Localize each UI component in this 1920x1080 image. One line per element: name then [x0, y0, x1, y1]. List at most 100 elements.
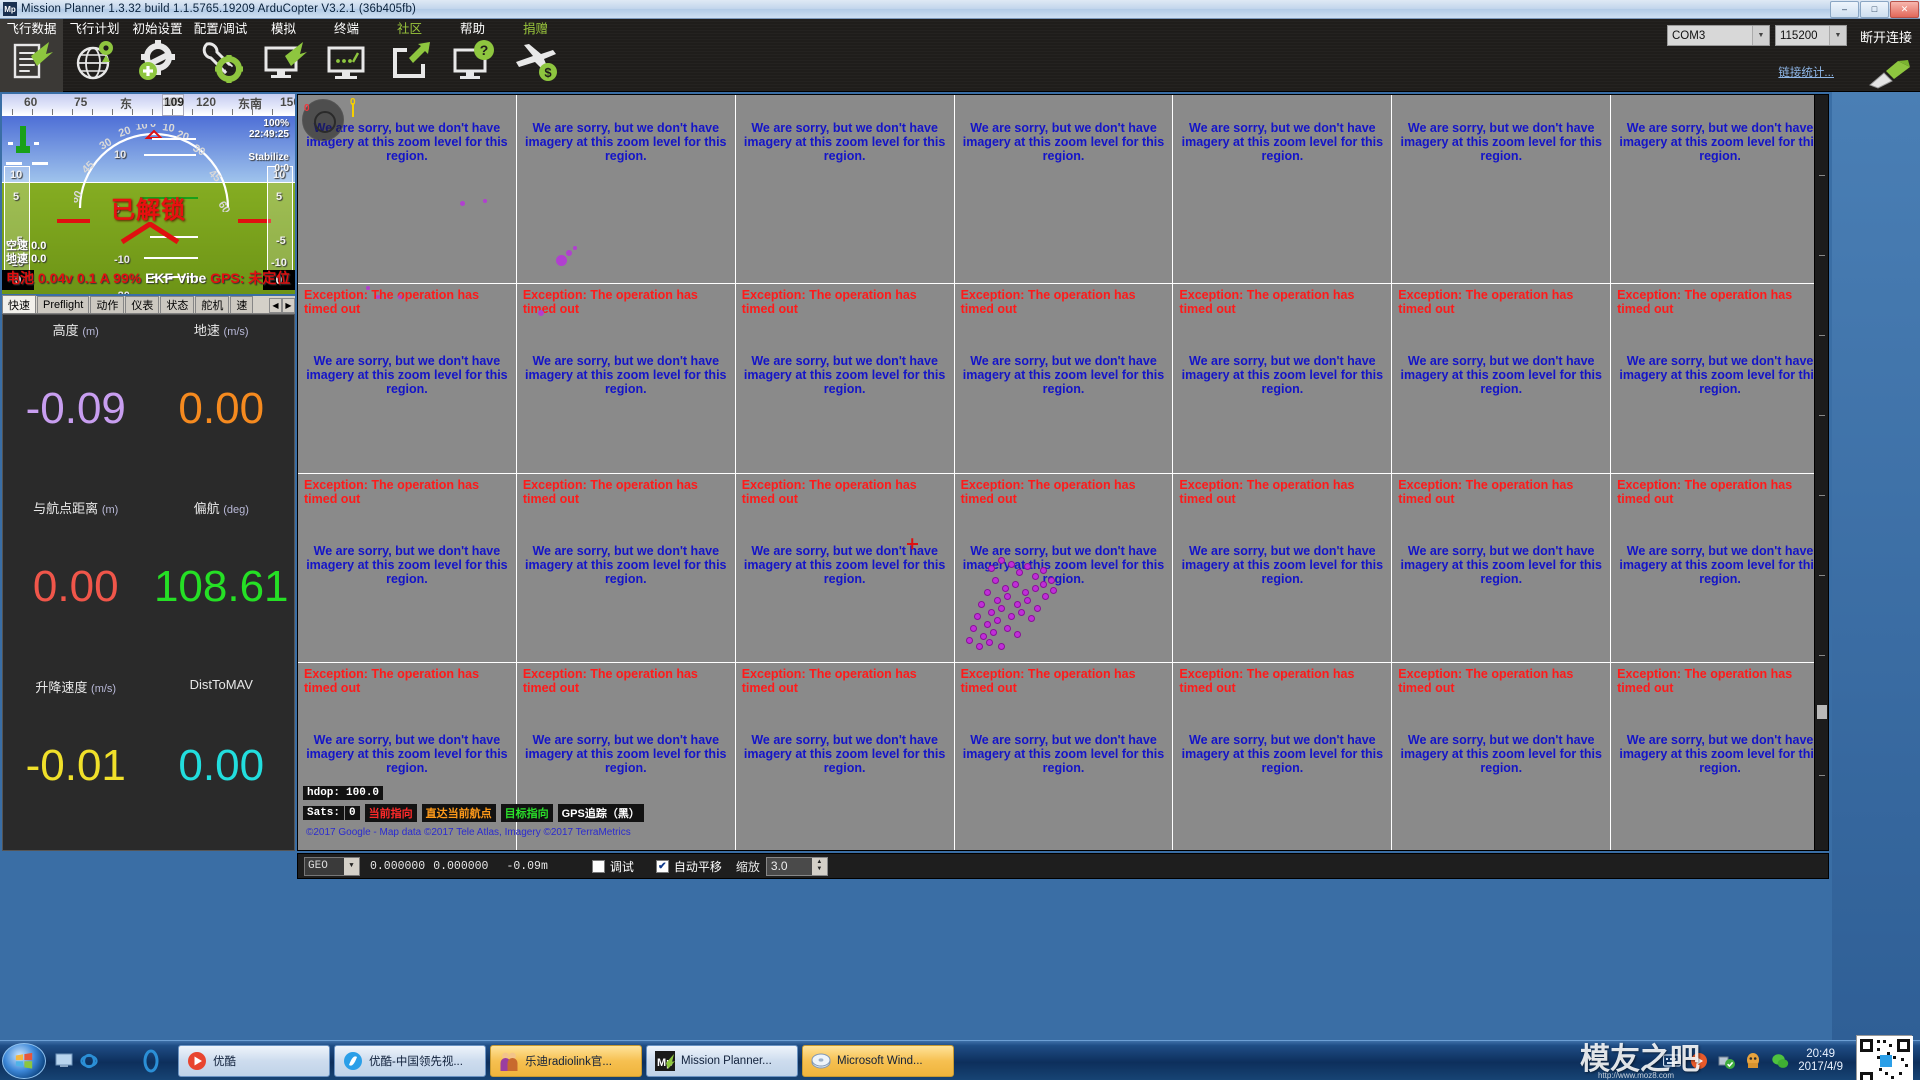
toolbar-item-community[interactable]: 社区 [378, 19, 441, 92]
cell-value: -0.01 [25, 740, 126, 790]
zoom-spinner[interactable]: 3.0 ▲ ▼ [765, 856, 828, 876]
zoom-value: 3.0 [770, 859, 788, 873]
cell-label: 偏航 (deg) [149, 498, 295, 517]
tile-no-imagery-message: We are sorry, but we don't have imagery … [306, 543, 508, 586]
com-port-select[interactable]: COM3 ▼ [1666, 25, 1770, 46]
map-tile: Exception: The operation has timed out We… [1611, 284, 1828, 474]
internet-explorer-icon[interactable] [80, 1052, 98, 1070]
telemetry-cell-yaw[interactable]: 偏航 (deg) 108.61 [149, 493, 295, 671]
taskbar-label: 优酷 [213, 1055, 236, 1068]
autopan-checkbox-box[interactable]: ✔ [655, 859, 669, 873]
cell-label: 高度 (m) [3, 320, 149, 339]
zoom-label: 缩放 [735, 859, 760, 874]
vibe-label[interactable]: Vibe [177, 270, 206, 286]
tile-exception-message: Exception: The operation has timed out [1617, 288, 1793, 317]
taskbar-item-youku[interactable]: 优酷 [178, 1044, 330, 1077]
toolbar-item-config-tuning[interactable]: 配置/调试 [189, 19, 252, 92]
cell-label-text: 地速 [193, 323, 220, 338]
toolbar-label: 飞行数据 [6, 22, 57, 36]
tab-more[interactable]: 速 [230, 296, 254, 313]
tab-servo[interactable]: 舵机 [195, 296, 230, 313]
map-zoom-scrollbar[interactable] [1814, 95, 1828, 850]
tray-clock[interactable]: 20:49 2017/4/9 [1798, 1048, 1843, 1074]
toolbar-item-donate[interactable]: 捐赠 $ [504, 19, 567, 92]
toolbar-item-flight-plan[interactable]: 飞行计划 [63, 19, 126, 92]
telemetry-cell-dist-to-wp[interactable]: 与航点距离 (m) 0.00 [3, 493, 149, 671]
debug-checkbox-box[interactable] [591, 859, 605, 873]
hud-heading-value: 109 [164, 95, 185, 109]
tab-preflight[interactable]: Preflight [37, 296, 90, 313]
baud-rate-select[interactable]: 115200 ▼ [1774, 25, 1847, 46]
help-icon: ? [453, 40, 494, 79]
chevron-down-icon[interactable]: ▼ [1828, 26, 1846, 45]
maximize-button[interactable]: □ [1860, 0, 1889, 18]
tile-no-imagery-message: We are sorry, but we don't have imagery … [1400, 543, 1602, 586]
link-stats-link[interactable]: 链接统计... [1778, 64, 1834, 80]
disconnect-button[interactable]: 断开连接 [1860, 27, 1912, 46]
hdop-indicator: hdop: 100.0 [303, 782, 384, 800]
chevron-down-icon[interactable]: ▼ [1751, 26, 1769, 45]
qq-icon[interactable] [1744, 1052, 1762, 1070]
people-icon [500, 1052, 518, 1071]
coord-system-select[interactable]: GEO ▼ [304, 856, 360, 876]
connect-plug-icon[interactable] [1868, 59, 1912, 89]
map-tile: Exception: The operation has timed out We… [1173, 284, 1393, 474]
autopan-checkbox[interactable]: ✔ 自动平移 [655, 858, 722, 875]
tab-quick[interactable]: 快速 [2, 295, 36, 313]
tab-status[interactable]: 状态 [160, 296, 195, 313]
keyboard-icon[interactable] [1663, 1053, 1682, 1068]
start-button[interactable] [2, 1042, 46, 1079]
toolbar-item-initial-setup[interactable]: 初始设置 [126, 19, 189, 92]
tile-exception-message: Exception: The operation has timed out [741, 288, 917, 317]
chevron-down-icon[interactable]: ▼ [344, 857, 359, 875]
map-tile: Exception: The operation has timed out We… [298, 473, 517, 663]
map-zoom-thumb[interactable] [1817, 705, 1827, 719]
terminal-icon [327, 46, 364, 79]
debug-checkbox[interactable]: 调试 [591, 858, 634, 875]
telemetry-cell-groundspeed[interactable]: 地速 (m/s) 0.00 [149, 315, 295, 493]
tab-gauges[interactable]: 仪表 [125, 296, 160, 313]
taskbar-label: Mission Planner... [681, 1054, 772, 1067]
telemetry-cell-vertical-speed[interactable]: 升降速度 (m/s) -0.01 [3, 672, 149, 850]
toolbar-label: 捐赠 [522, 22, 548, 36]
tab-scroll-left-icon[interactable]: ◀ [269, 297, 282, 313]
map-copyright: ©2017 Google - Map data ©2017 Tele Atlas… [306, 827, 631, 838]
toolbar-item-help[interactable]: 帮助 ? [441, 19, 504, 92]
telemetry-cell-dist-to-mav[interactable]: DistToMAV 0.00 [149, 672, 295, 850]
tile-no-imagery-message: We are sorry, but we don't have imagery … [743, 121, 946, 163]
toolbar-item-simulation[interactable]: 模拟 [252, 19, 315, 92]
taskbar-item-radiolink[interactable]: 乐迪radiolink官... [490, 1044, 642, 1077]
minimize-button[interactable]: – [1830, 0, 1859, 18]
toolbar-label: 飞行计划 [69, 22, 120, 36]
map-tile: Exception: The operation has timed out We… [1392, 284, 1612, 474]
edge-icon[interactable] [138, 1048, 164, 1074]
hud-battery-clock: 100% 22:49:25 [249, 118, 289, 140]
wechat-icon[interactable] [1771, 1052, 1789, 1070]
safe-eject-icon[interactable] [1717, 1052, 1736, 1070]
taskbar-item-microsoft-windows[interactable]: Microsoft Wind... [802, 1044, 954, 1077]
cell-value: 0.00 [178, 384, 265, 434]
taskbar-item-mission-planner[interactable]: Mp Mission Planner... [646, 1044, 798, 1077]
toolbar-item-flight-data[interactable]: 飞行数据 [0, 19, 63, 92]
qr-code-icon [1857, 1035, 1913, 1080]
map-view[interactable]: We are sorry, but we don't have imagery … [297, 94, 1829, 851]
taskbar-item-youku-site[interactable]: 优酷-中国领先视... [334, 1044, 486, 1077]
telemetry-cell-altitude[interactable]: 高度 (m) -0.09 [3, 315, 149, 493]
show-desktop-icon[interactable] [55, 1052, 73, 1070]
close-button[interactable]: ✕ [1890, 0, 1919, 18]
tab-scroll-right-icon[interactable]: ▶ [282, 297, 295, 313]
baud-rate-value: 115200 [1779, 29, 1818, 42]
ekf-label[interactable]: EKF [145, 270, 173, 286]
tile-no-imagery-message: We are sorry, but we don't have imagery … [1181, 121, 1384, 163]
map-tile: Exception: The operation has timed out We… [298, 662, 517, 850]
spinner-arrows-icon[interactable]: ▲ ▼ [811, 857, 827, 875]
tile-no-imagery-message: We are sorry, but we don't have imagery … [525, 354, 727, 397]
cell-value: 0.00 [178, 740, 265, 790]
toolbar-item-terminal[interactable]: 终端 [315, 19, 378, 92]
tile-exception-message: Exception: The operation has timed out [1617, 666, 1793, 695]
map-tile: We are sorry, but we don't have imagery … [516, 95, 736, 285]
tab-actions[interactable]: 动作 [90, 296, 125, 313]
media-player-tray-icon[interactable] [1690, 1052, 1708, 1070]
cell-label: 与航点距离 (m) [3, 498, 149, 517]
hud-artificial-horizon[interactable]: 60 75 东 105 120 东南 150 109 60 45 30 20 [2, 94, 295, 294]
